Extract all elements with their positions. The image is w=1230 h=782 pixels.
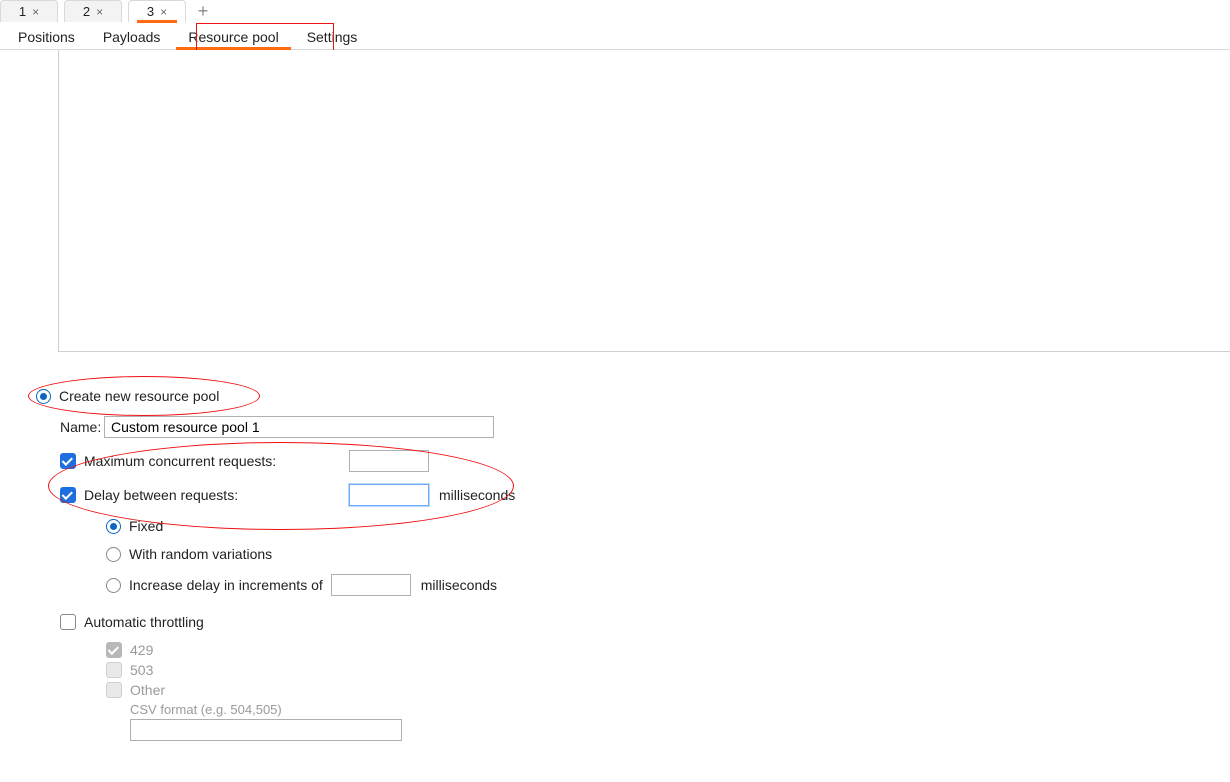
delay-mode-random-row: With random variations xyxy=(106,546,936,562)
add-tab-button[interactable]: + xyxy=(192,1,214,21)
max-concurrent-label: Maximum concurrent requests: xyxy=(84,453,349,469)
tab-label: Payloads xyxy=(103,29,161,45)
numbered-tab-bar: 1 × 2 × 3 × + xyxy=(0,0,1230,22)
delay-increment-input[interactable] xyxy=(331,574,411,596)
status-503-label: 503 xyxy=(130,662,153,678)
csv-input[interactable] xyxy=(130,719,402,741)
max-concurrent-input[interactable] xyxy=(349,450,429,472)
status-503-row: 503 xyxy=(106,662,936,678)
delay-mode-increment-radio[interactable] xyxy=(106,578,121,593)
delay-mode-increment-label: Increase delay in increments of xyxy=(129,577,323,593)
status-other-checkbox xyxy=(106,682,122,698)
delay-row: Delay between requests: milliseconds xyxy=(60,484,936,506)
create-new-radio[interactable] xyxy=(36,389,51,404)
close-icon[interactable]: × xyxy=(160,6,167,18)
csv-input-row xyxy=(130,719,936,741)
csv-hint-row: CSV format (e.g. 504,505) xyxy=(130,702,936,717)
max-concurrent-row: Maximum concurrent requests: xyxy=(60,450,936,472)
tab-label: Resource pool xyxy=(188,29,278,45)
content-panel xyxy=(58,50,1230,352)
auto-throttle-row: Automatic throttling xyxy=(60,614,936,630)
delay-mode-random-radio[interactable] xyxy=(106,547,121,562)
menu-tab-bar: Positions Payloads Resource pool Setting… xyxy=(0,22,1230,50)
delay-mode-fixed-row: Fixed xyxy=(106,518,936,534)
delay-mode-random-label: With random variations xyxy=(129,546,272,562)
tab-positions[interactable]: Positions xyxy=(4,23,89,49)
delay-mode-fixed-label: Fixed xyxy=(129,518,163,534)
csv-hint: CSV format (e.g. 504,505) xyxy=(130,702,282,717)
delay-mode-fixed-radio[interactable] xyxy=(106,519,121,534)
create-new-label: Create new resource pool xyxy=(59,388,219,404)
max-concurrent-checkbox[interactable] xyxy=(60,453,76,469)
auto-throttle-checkbox[interactable] xyxy=(60,614,76,630)
status-other-row: Other xyxy=(106,682,936,698)
tab-resource-pool[interactable]: Resource pool xyxy=(174,23,292,49)
resource-pool-form: Create new resource pool Name: Maximum c… xyxy=(36,388,936,753)
plus-icon: + xyxy=(198,1,209,21)
create-new-row: Create new resource pool xyxy=(36,388,936,404)
close-icon[interactable]: × xyxy=(96,6,103,18)
tab-payloads[interactable]: Payloads xyxy=(89,23,175,49)
name-label: Name: xyxy=(60,419,104,435)
tab-label: Positions xyxy=(18,29,75,45)
name-row: Name: xyxy=(60,416,936,438)
delay-mode-increment-row: Increase delay in increments of millisec… xyxy=(106,574,936,596)
status-other-label: Other xyxy=(130,682,165,698)
close-icon[interactable]: × xyxy=(32,6,39,18)
auto-throttle-label: Automatic throttling xyxy=(84,614,204,630)
status-503-checkbox xyxy=(106,662,122,678)
status-429-label: 429 xyxy=(130,642,153,658)
status-429-row: 429 xyxy=(106,642,936,658)
tab-label: 1 xyxy=(19,4,26,19)
delay-increment-unit: milliseconds xyxy=(421,577,497,593)
delay-label: Delay between requests: xyxy=(84,487,349,503)
tab-label: 3 xyxy=(147,4,154,19)
tab-label: 2 xyxy=(83,4,90,19)
name-input[interactable] xyxy=(104,416,494,438)
numbered-tab-2[interactable]: 2 × xyxy=(64,0,122,22)
numbered-tab-3[interactable]: 3 × xyxy=(128,0,186,22)
status-429-checkbox xyxy=(106,642,122,658)
delay-unit: milliseconds xyxy=(439,487,515,503)
delay-input[interactable] xyxy=(349,484,429,506)
tab-label: Settings xyxy=(307,29,358,45)
numbered-tab-1[interactable]: 1 × xyxy=(0,0,58,22)
delay-checkbox[interactable] xyxy=(60,487,76,503)
tab-settings[interactable]: Settings xyxy=(293,23,372,49)
